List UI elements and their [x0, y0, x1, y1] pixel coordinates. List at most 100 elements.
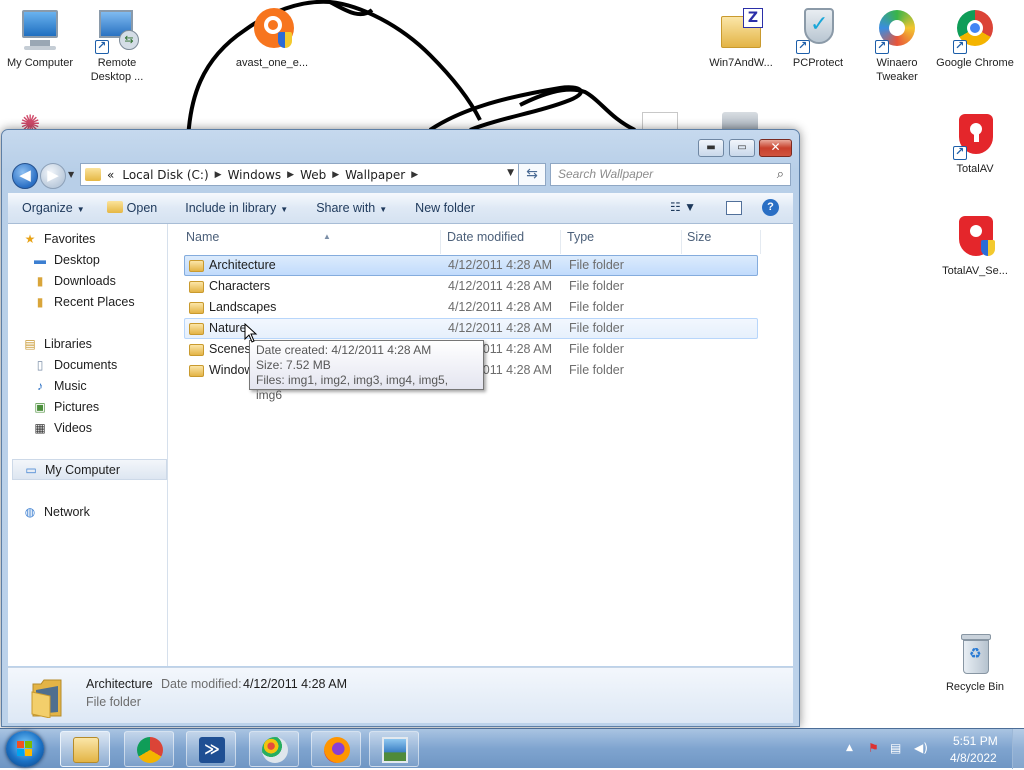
shortcut-arrow-icon [796, 39, 810, 54]
file-row-landscapes[interactable]: Landscapes 4/12/2011 4:28 AM File folder [184, 297, 758, 318]
search-icon[interactable]: ⌕ [777, 166, 784, 182]
nav-pictures[interactable]: ▣ Pictures [32, 397, 191, 418]
file-row-characters[interactable]: Characters 4/12/2011 4:28 AM File folder [184, 276, 758, 297]
desktop-icon-my-computer[interactable]: My Computer [0, 6, 80, 70]
open-button[interactable]: Open [106, 201, 157, 215]
shortcut-arrow-icon [953, 145, 967, 160]
nav-music[interactable]: ♪ Music [32, 376, 191, 397]
back-button[interactable]: ◀ [12, 163, 38, 189]
desktop-icon-google-chrome[interactable]: Google Chrome [935, 6, 1015, 70]
partial-document-icon [642, 112, 678, 130]
show-hidden-icons-icon[interactable]: ▲ [846, 743, 853, 753]
chevron-down-icon: ▼ [76, 205, 85, 214]
partial-icon: ✺ [20, 110, 41, 138]
file-list: Name ▲ Date modified Type Size Architectu… [169, 224, 793, 666]
desktop-icon-label: TotalAV_Se... [942, 265, 1008, 277]
breadcrumb-separator-icon[interactable]: ▶ [411, 170, 418, 180]
column-header-date-modified[interactable]: Date modified [447, 230, 561, 254]
desktop-icon-avast[interactable]: avast_one_e... [232, 6, 312, 70]
film-strip-icon: ▦ [34, 421, 46, 435]
desktop-icon-totalav-setup[interactable]: TotalAV_Se... [935, 214, 1015, 278]
volume-icon[interactable]: ◀) [914, 741, 928, 755]
breadcrumb-separator-icon[interactable]: ▶ [332, 170, 339, 180]
clock-date[interactable]: 4/8/2022 [950, 751, 997, 765]
shortcut-arrow-icon [95, 39, 109, 54]
nav-label: Videos [54, 421, 92, 435]
column-header-type[interactable]: Type [567, 230, 682, 254]
desktop-icon-label: Recycle Bin [945, 681, 1005, 693]
breadcrumb-overflow[interactable]: « [107, 168, 114, 182]
nav-videos[interactable]: ▦ Videos [32, 418, 191, 439]
computer-icon: ▭ [25, 463, 37, 477]
desktop-icon-label: Google Chrome [936, 57, 1014, 69]
nav-libraries[interactable]: ▤ Libraries [22, 334, 181, 355]
nav-label: Pictures [54, 400, 100, 414]
taskbar-paint[interactable] [249, 731, 299, 767]
start-button[interactable] [6, 731, 44, 767]
file-type: File folder [569, 363, 624, 377]
desktop-icon-recycle-bin[interactable]: ♻ Recycle Bin [935, 630, 1015, 694]
desktop-icon-winaero-tweaker[interactable]: Winaero Tweaker [857, 6, 937, 84]
breadcrumb-local-disk[interactable]: Local Disk (C:) [122, 168, 208, 182]
taskbar-firefox[interactable] [311, 731, 361, 767]
help-icon[interactable]: ? [762, 199, 779, 216]
column-header-name[interactable]: Name ▲ [186, 230, 441, 254]
taskbar-powershell[interactable]: ≫ [186, 731, 236, 767]
breadcrumb-separator-icon[interactable]: ▶ [287, 170, 294, 180]
action-center-flag-icon[interactable]: ⚑ [868, 741, 879, 755]
nav-favorites[interactable]: ★ Favorites [22, 229, 181, 250]
chrome-icon [951, 6, 999, 54]
desktop-icon-label: Winaero Tweaker [876, 57, 918, 83]
forward-button[interactable]: ▶ [40, 163, 66, 189]
nav-documents[interactable]: ▯ Documents [32, 355, 191, 376]
desktop-icon-totalav[interactable]: TotalAV [935, 112, 1015, 176]
show-desktop-button[interactable] [1012, 729, 1024, 769]
breadcrumb-separator-icon[interactable]: ▶ [215, 170, 222, 180]
file-row-nature[interactable]: Nature 4/12/2011 4:28 AM File folder [184, 318, 758, 339]
desktop-icon-remote-desktop[interactable]: ⇆ Remote Desktop ... [77, 6, 157, 84]
minimize-button[interactable]: ▬ [698, 139, 724, 157]
taskbar-photo-viewer[interactable] [369, 731, 419, 767]
file-type: File folder [569, 321, 624, 335]
recent-pages-dropdown[interactable]: ▼ [68, 170, 74, 179]
folder-large-icon [31, 679, 62, 718]
nav-desktop[interactable]: ▬ Desktop [32, 250, 191, 271]
organize-button[interactable]: Organize ▼ [22, 201, 85, 215]
nav-my-computer[interactable]: ▭ My Computer [12, 459, 167, 480]
breadcrumb-wallpaper[interactable]: Wallpaper [345, 168, 405, 182]
network-icon[interactable]: ▤ [890, 741, 901, 755]
taskbar-chrome[interactable] [124, 731, 174, 767]
view-options-icon[interactable]: ☷ ▼ [670, 200, 696, 214]
column-header-size[interactable]: Size [687, 230, 761, 254]
clock-time[interactable]: 5:51 PM [953, 734, 998, 748]
include-in-library-button[interactable]: Include in library ▼ [185, 201, 288, 215]
breadcrumb-windows[interactable]: Windows [228, 168, 282, 182]
nav-downloads[interactable]: ▮ Downloads [32, 271, 191, 292]
file-name: Characters [209, 279, 271, 293]
partial-printer-icon [722, 112, 758, 130]
close-button[interactable]: ✕ [759, 139, 792, 157]
search-input[interactable]: Search Wallpaper ⌕ [550, 163, 791, 186]
maximize-button[interactable]: ▭ [729, 139, 755, 157]
chevron-down-icon: ▼ [280, 205, 289, 214]
nav-recent-places[interactable]: ▮ Recent Places [32, 292, 191, 313]
breadcrumb-web[interactable]: Web [300, 168, 326, 182]
folder-icon [73, 737, 99, 763]
address-bar[interactable]: « Local Disk (C:) ▶ Windows ▶ Web ▶ Wall… [80, 163, 519, 186]
desktop-icon-win7andw[interactable]: Z Win7AndW... [701, 6, 781, 70]
new-folder-button[interactable]: New folder [415, 201, 475, 215]
share-with-button[interactable]: Share with ▼ [316, 201, 387, 215]
folder-icon [85, 168, 101, 181]
desktop-icon-pcprotect[interactable]: ✓ PCProtect [778, 6, 858, 70]
windows-logo-icon [17, 741, 32, 756]
nav-network[interactable]: ◍ Network [22, 502, 181, 523]
refresh-button[interactable]: ⇆ [519, 163, 546, 186]
taskbar-explorer[interactable] [60, 731, 110, 767]
title-bar[interactable]: ▬ ▭ ✕ [2, 130, 799, 158]
desktop-icon-label: My Computer [6, 57, 74, 69]
preview-pane-icon[interactable] [726, 201, 742, 215]
paint-palette-icon [262, 737, 288, 763]
file-row-architecture[interactable]: Architecture 4/12/2011 4:28 AM File fold… [184, 255, 758, 276]
downloads-folder-icon: ▮ [36, 274, 44, 288]
address-dropdown-icon[interactable]: ▼ [507, 168, 514, 178]
